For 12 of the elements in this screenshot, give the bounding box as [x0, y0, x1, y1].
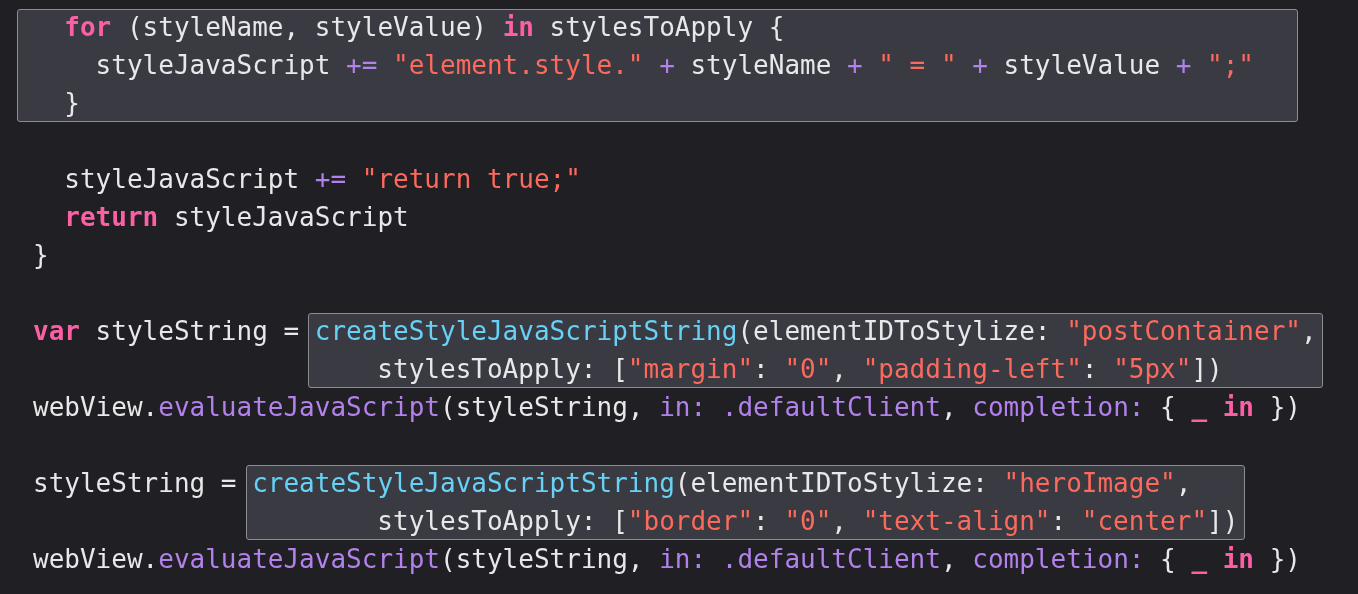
code-line: webView.evaluateJavaScript(styleString, in: .defaultClient, completion: { _ in }): [33, 391, 1301, 424]
code-line: stylesToApply: ["margin": "0", "padding-left": "5px"]): [376, 353, 1223, 386]
code-line: for (styleName, styleValue) in stylesToApply {: [63, 11, 785, 44]
code-line: }: [63, 87, 80, 120]
code-line: webView.evaluateJavaScript(styleString, in: .defaultClient, completion: { _ in }): [33, 543, 1301, 576]
code-line: stylesToApply: ["border": "0", "text-align": "center"]): [376, 505, 1239, 538]
code-line: styleJavaScript += "return true;": [63, 163, 581, 196]
code-line: styleString = createStyleJavaScriptString(elementIDToStylize: "heroImage",: [33, 467, 1192, 500]
code-line: }: [33, 239, 49, 272]
code-line: return styleJavaScript: [63, 201, 409, 234]
code-line: var styleString = createStyleJavaScriptString(elementIDToStylize: "postContainer",: [33, 315, 1317, 348]
code-line: styleJavaScript += "element.style." + styleName + " = " + styleValue + ";": [94, 49, 1254, 82]
